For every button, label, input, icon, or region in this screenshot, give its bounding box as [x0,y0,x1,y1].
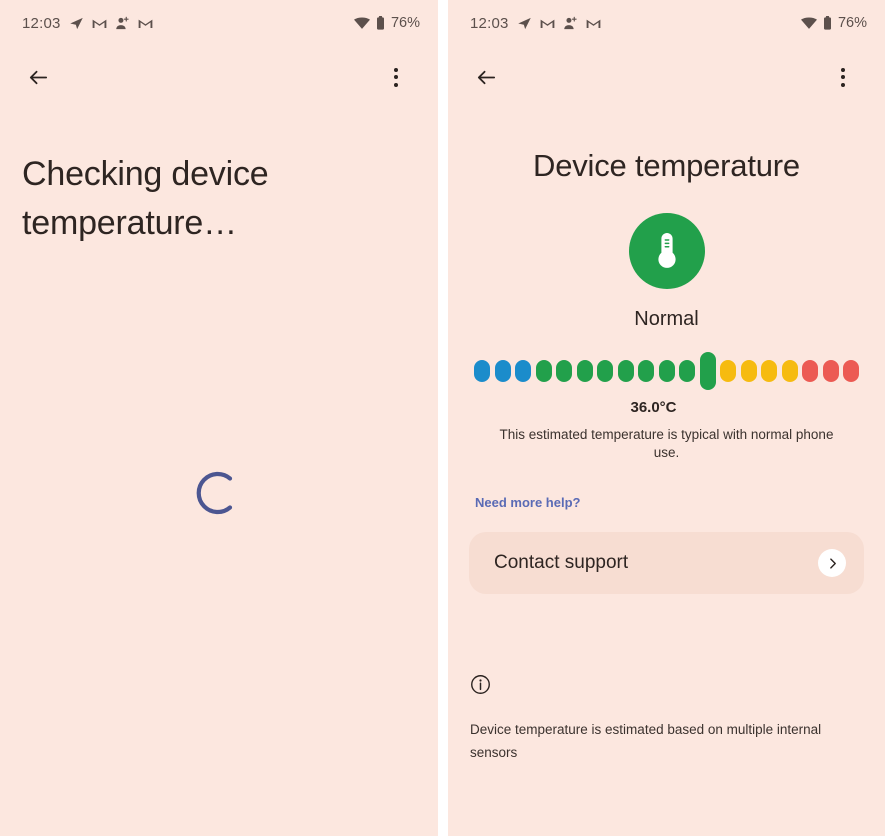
scale-dot [802,360,818,382]
page-title: Checking device temperature… [22,155,269,242]
screenshot-root: 12:03 76% Checking device temperature… 1… [0,0,885,836]
more-vert-icon [841,67,845,87]
status-badge-circle [628,213,705,289]
need-more-help-link[interactable]: Need more help? [475,495,580,510]
loading-spinner-icon [196,471,233,515]
scale-dot [535,360,552,382]
gmail-icon [92,17,107,29]
status-bar-left-cluster: 12:03 [470,15,601,32]
temperature-description: This estimated temperature is typical wi… [499,427,834,460]
status-bar-clock: 12:03 [470,14,509,32]
status-bar-left: 12:03 76% [0,0,438,46]
battery-percent-label: 76% [837,15,867,31]
contact-support-label: Contact support [494,552,629,573]
battery-percent-label: 76% [390,15,420,31]
scale-dot [781,360,798,382]
temperature-status-badge [448,213,885,289]
scale-dot [515,360,531,382]
loading-spinner-container [0,470,438,516]
scale-dot [556,360,572,382]
back-button[interactable] [18,57,58,97]
thermometer-icon [657,233,676,268]
gmail-icon [586,17,601,29]
info-icon [470,674,863,700]
telegram-send-icon [69,16,84,31]
person-add-icon [115,16,130,31]
telegram-send-icon [517,16,532,31]
scale-dot [638,360,654,382]
info-note-block: Device temperature is estimated based on… [470,674,863,764]
battery-icon [823,16,832,30]
scale-dot [576,360,593,382]
app-bar-left [0,46,438,108]
contact-support-card[interactable]: Contact support [469,532,864,594]
scale-dot [494,360,511,382]
info-note-text: Device temperature is estimated based on… [470,722,822,760]
more-vert-icon [394,67,398,87]
scale-dot [843,360,859,382]
temperature-scale [448,351,885,391]
screen-device-temperature: 12:03 76% Device temperature Normal 36.0… [448,0,885,836]
overflow-menu-button[interactable] [376,57,416,97]
chevron-right-icon[interactable] [818,549,846,577]
back-button[interactable] [466,57,506,97]
page-title: Device temperature [533,148,800,183]
screen-checking-temperature: 12:03 76% Checking device temperature… [0,0,438,836]
wifi-icon [800,17,817,30]
battery-icon [376,16,385,30]
gmail-icon [138,17,153,29]
scale-dot [822,360,839,382]
status-bar-right-cluster: 76% [800,15,867,31]
scale-dot [740,360,757,382]
scale-dot [617,360,634,382]
scale-dot [720,360,736,382]
person-add-icon [563,16,578,31]
scale-dot-current [699,352,716,390]
scale-dot [597,360,613,382]
temperature-status-label: Normal [634,308,699,330]
status-bar-right: 12:03 76% [448,0,885,46]
status-bar-right-cluster: 76% [353,15,420,31]
scale-dot [761,360,777,382]
gmail-icon [540,17,555,29]
temperature-value: 36.0°C [630,399,677,416]
status-bar-left-cluster: 12:03 [22,15,153,32]
scale-dot [474,360,490,382]
app-bar-right [448,46,885,108]
scale-dot [658,360,675,382]
wifi-icon [353,17,370,30]
overflow-menu-button[interactable] [823,57,863,97]
status-bar-clock: 12:03 [22,14,61,32]
scale-dot [679,360,695,382]
